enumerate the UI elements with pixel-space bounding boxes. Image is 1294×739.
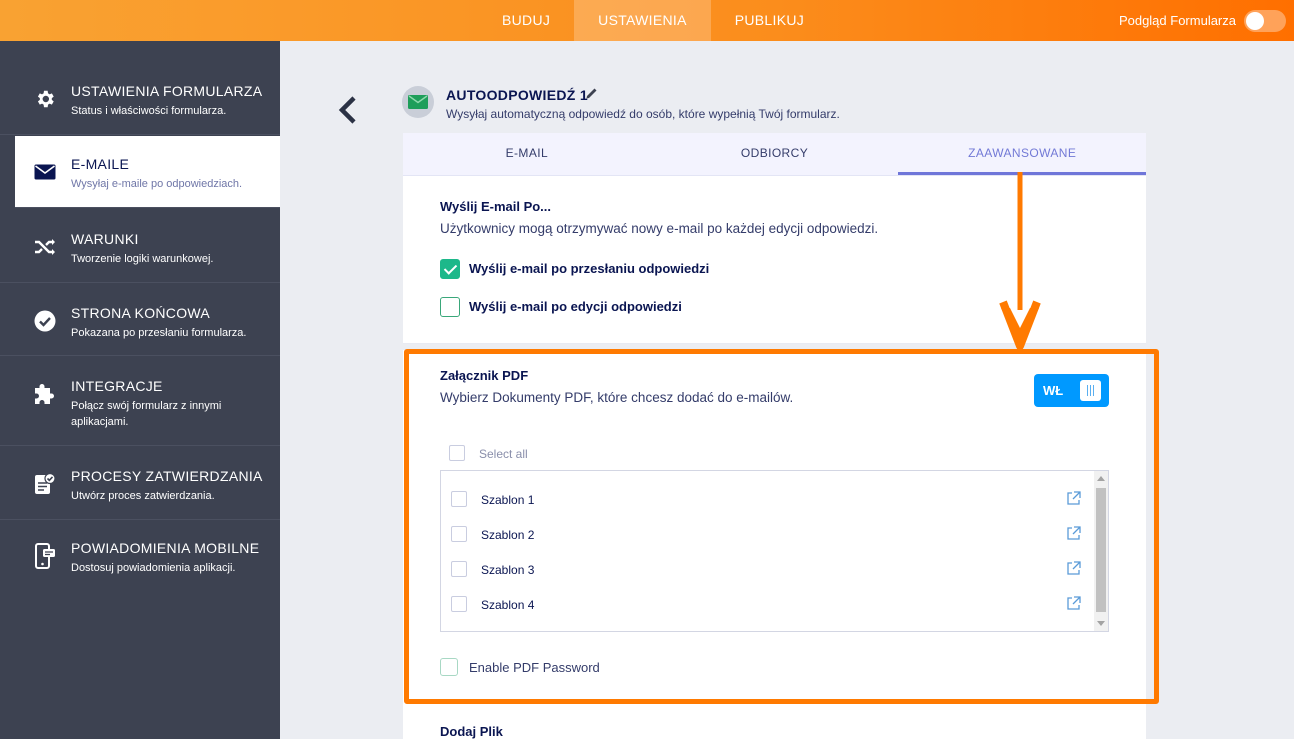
envelope-icon (33, 160, 57, 184)
sidebar-item-title: INTEGRACJE (71, 378, 163, 394)
form-preview: Podgląd Formularza (1119, 0, 1294, 41)
pdf-template-list: Szablon 1 Szablon 2 Szablon 3 Szablon 4 (440, 470, 1109, 632)
pdf-password-checkbox[interactable] (440, 658, 458, 676)
send-after-submit-checkbox[interactable] (440, 259, 460, 279)
arrow-down-icon (995, 170, 1045, 357)
checkbox-label: Wyślij e-mail po edycji odpowiedzi (469, 299, 682, 314)
approval-icon (33, 472, 57, 496)
mobile-icon (33, 543, 57, 569)
sidebar-item-form-settings[interactable]: USTAWIENIA FORMULARZA Status i właściwoś… (0, 41, 280, 135)
list-item: Szablon 1 (441, 483, 1091, 518)
sidebar-item-title: PROCESY ZATWIERDZANIA (71, 468, 263, 484)
tab-email[interactable]: E-MAIL (403, 133, 651, 175)
template-name: Szablon 4 (481, 598, 535, 612)
page-title: AUTOODPOWIEDŹ 1 (446, 87, 588, 103)
checkbox-label: Wyślij e-mail po przesłaniu odpowiedzi (469, 261, 710, 276)
scroll-thumb[interactable] (1096, 488, 1106, 612)
sidebar-item-title: WARUNKI (71, 231, 139, 247)
template-checkbox[interactable] (451, 491, 467, 507)
sidebar-item-subtitle: Status i właściwości formularza. (71, 105, 227, 117)
section-title: Załącznik PDF (440, 368, 529, 383)
sidebar-item-title: POWIADOMIENIA MOBILNE (71, 540, 260, 556)
section-title: Wyślij E-mail Po... (440, 199, 552, 214)
pdf-password-label: Enable PDF Password (469, 660, 600, 675)
select-all-label: Select all (479, 447, 528, 461)
chevron-left-icon (338, 96, 356, 124)
sidebar-item-subtitle: Dostosuj powiadomienia aplikacji. (71, 562, 236, 574)
check-circle-icon (33, 309, 57, 333)
sidebar-item-title: USTAWIENIA FORMULARZA (71, 83, 263, 99)
sidebar-item-subtitle: Połącz swój formularz z innymi aplikacja… (71, 400, 222, 428)
sidebar: USTAWIENIA FORMULARZA Status i właściwoś… (0, 41, 280, 739)
tab-recipients[interactable]: ODBIORCY (651, 133, 899, 175)
list-item: Szablon 2 (441, 518, 1091, 553)
template-name: Szablon 3 (481, 563, 535, 577)
tab-buduj[interactable]: BUDUJ (478, 0, 574, 41)
template-checkbox[interactable] (451, 561, 467, 577)
template-name: Szablon 2 (481, 528, 535, 542)
external-link-icon[interactable] (1066, 561, 1081, 581)
top-bar: BUDUJ USTAWIENIA PUBLIKUJ Podgląd Formul… (0, 0, 1294, 41)
top-nav: BUDUJ USTAWIENIA PUBLIKUJ (478, 0, 828, 41)
scroll-down-icon[interactable] (1097, 621, 1105, 626)
sidebar-item-emails[interactable]: E-MAILE Wysyłaj e-maile po odpowiedziach… (15, 136, 280, 208)
sidebar-item-subtitle: Utwórz proces zatwierdzania. (71, 490, 215, 502)
pdf-attachment-section: Załącznik PDF Wybierz Dokumenty PDF, któ… (403, 350, 1146, 710)
sidebar-item-subtitle: Tworzenie logiki warunkowej. (71, 253, 214, 265)
external-link-icon[interactable] (1066, 596, 1081, 616)
sidebar-item-integrations[interactable]: INTEGRACJE Połącz swój formularz z innym… (0, 356, 280, 446)
sidebar-item-thank-you-page[interactable]: STRONA KOŃCOWA Pokazana po przesłaniu fo… (0, 283, 280, 356)
template-checkbox[interactable] (451, 596, 467, 612)
gear-icon (33, 87, 57, 111)
envelope-icon (402, 86, 434, 118)
tab-publikuj[interactable]: PUBLIKUJ (711, 0, 828, 41)
sidebar-item-subtitle: Wysyłaj e-maile po odpowiedziach. (71, 178, 243, 190)
list-scrollbar[interactable] (1094, 471, 1108, 631)
toggle-knob (1080, 380, 1101, 401)
scroll-up-icon[interactable] (1097, 476, 1105, 481)
back-button[interactable] (336, 94, 360, 126)
toggle-knob (1246, 11, 1264, 30)
template-name: Szablon 1 (481, 493, 535, 507)
section-title: Dodaj Plik (440, 724, 503, 739)
preview-label: Podgląd Formularza (1118, 13, 1236, 28)
page-subtitle: Wysyłaj automatyczną odpowiedź do osób, … (446, 107, 840, 121)
shuffle-icon (33, 235, 57, 259)
sidebar-item-title: STRONA KOŃCOWA (71, 305, 211, 321)
tab-ustawienia[interactable]: USTAWIENIA (574, 0, 711, 41)
sidebar-item-subtitle: Pokazana po przesłaniu formularza. (71, 327, 247, 339)
pdf-attachment-toggle[interactable]: WŁ (1034, 374, 1109, 407)
pencil-icon[interactable] (585, 86, 599, 105)
puzzle-icon (33, 382, 57, 406)
send-after-edit-checkbox[interactable] (440, 297, 460, 317)
sidebar-item-approval-flows[interactable]: PROCESY ZATWIERDZANIA Utwórz proces zatw… (0, 446, 280, 520)
external-link-icon[interactable] (1066, 491, 1081, 511)
tab-advanced[interactable]: ZAAWANSOWANE (898, 133, 1147, 175)
sidebar-item-title: E-MAILE (71, 156, 130, 172)
template-checkbox[interactable] (451, 526, 467, 542)
toggle-label: WŁ (1043, 383, 1064, 398)
list-item: Szablon 3 (441, 553, 1091, 588)
select-all-checkbox[interactable] (449, 445, 465, 461)
sidebar-item-conditions[interactable]: WARUNKI Tworzenie logiki warunkowej. (0, 209, 280, 283)
list-item: Szablon 4 (441, 588, 1091, 623)
external-link-icon[interactable] (1066, 526, 1081, 546)
section-description: Użytkownicy mogą otrzymywać nowy e-mail … (440, 221, 879, 236)
section-description: Wybierz Dokumenty PDF, które chcesz doda… (440, 390, 794, 405)
sidebar-item-mobile-notifications[interactable]: POWIADOMIENIA MOBILNE Dostosuj powiadomi… (0, 520, 280, 594)
preview-toggle[interactable] (1244, 9, 1286, 32)
add-file-section: Dodaj Plik (403, 710, 1146, 739)
